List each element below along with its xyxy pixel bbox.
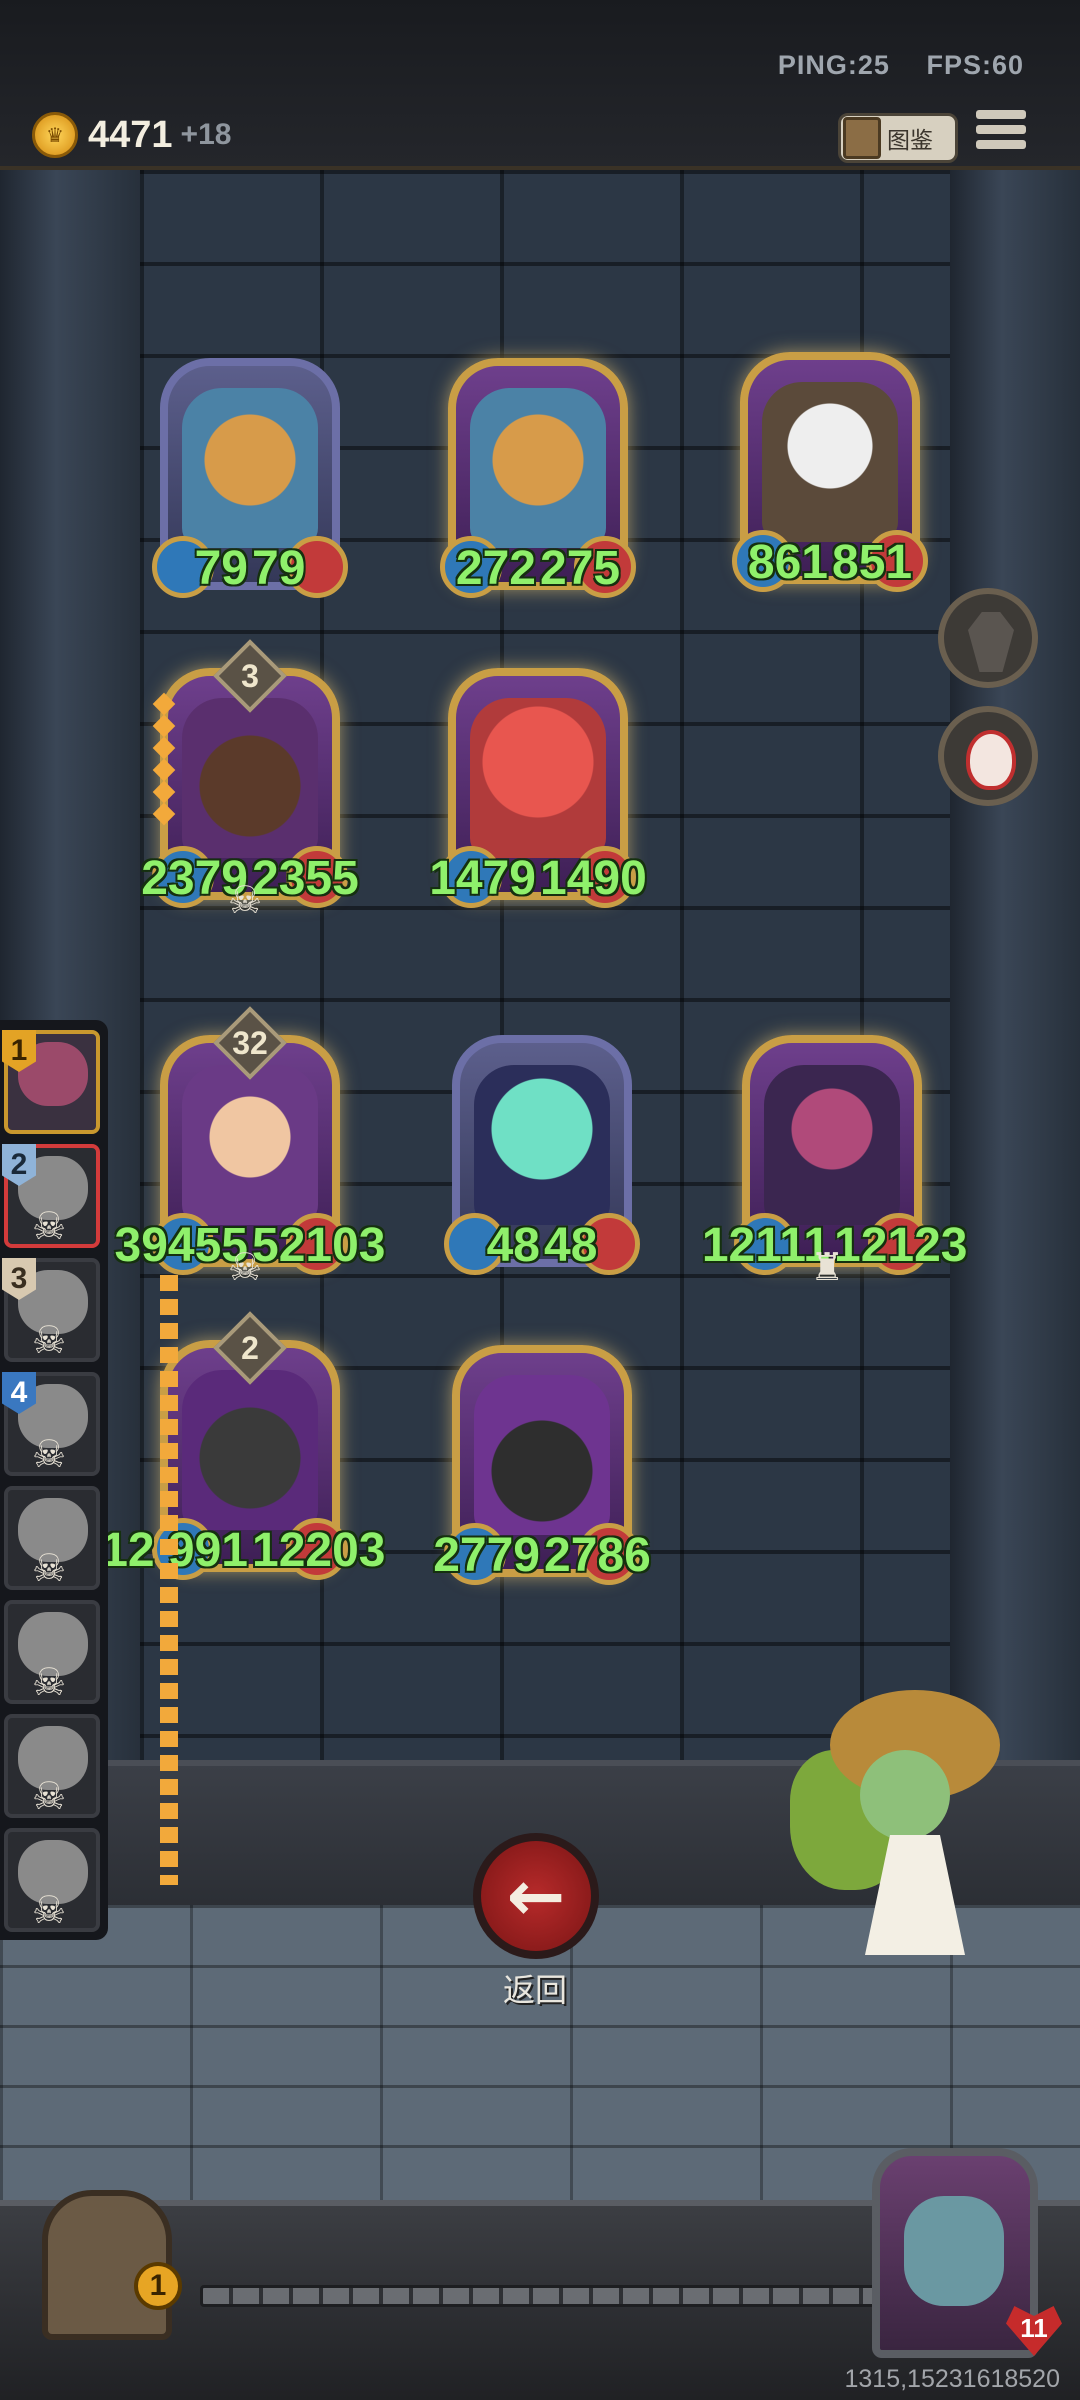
roster-slot-6[interactable]: ☠: [4, 1600, 100, 1704]
attack-value: 861: [747, 536, 828, 589]
codex-button[interactable]: 图鉴: [838, 113, 958, 163]
level-value: 32: [232, 1025, 268, 1061]
boar-card[interactable]: 3 2379 2355 ☠: [141, 639, 359, 922]
coffin-icon: [968, 612, 1014, 672]
upgrade-pips: [152, 692, 176, 828]
coffin-button[interactable]: [938, 588, 1038, 688]
chest-creature-portrait: [474, 1375, 610, 1535]
npc-head: [860, 1750, 950, 1840]
health-value: 1490: [540, 852, 647, 905]
roster-slot-5[interactable]: ☠: [4, 1486, 100, 1590]
chain-rail: [200, 2285, 880, 2307]
mask-button[interactable]: [938, 706, 1038, 806]
boar-portrait: [182, 698, 318, 858]
health-value: 12203: [252, 1524, 386, 1577]
octopus-card[interactable]: 1479 1490: [429, 668, 647, 908]
book-icon: [843, 117, 881, 159]
raccoon-portrait: [470, 388, 606, 548]
crown-marker-icon: ♜: [810, 1245, 845, 1289]
skull-icon: ☠: [32, 1660, 67, 1704]
hero-face: [904, 2196, 1004, 2306]
skull-icon: ☠: [32, 1204, 67, 1248]
health-value: 2355: [252, 852, 359, 905]
roster-slot-3[interactable]: ☠ 3: [2, 1258, 100, 1362]
arrow-left-icon: ←: [506, 1855, 566, 1937]
skull-icon: ☠: [32, 1888, 67, 1932]
octopus-portrait: [470, 698, 606, 858]
attack-value: 79: [194, 542, 248, 595]
skull-icon: ☠: [228, 878, 263, 922]
health-value: 275: [540, 542, 621, 595]
knight-portrait: [182, 1370, 318, 1530]
chest-count-badge: 1: [134, 2262, 182, 2310]
back-button[interactable]: ←: [473, 1833, 599, 1959]
health-value: 48: [544, 1219, 598, 1272]
roster-slot-7[interactable]: ☠: [4, 1714, 100, 1818]
attack-value: 1479: [429, 852, 536, 905]
old-scientist-card[interactable]: 32 39455 52103 ☠: [115, 1006, 385, 1289]
roster-slot-2[interactable]: ☠ 2: [2, 1144, 100, 1248]
knight-card[interactable]: 2 12 991 12203: [101, 1311, 385, 1580]
masked-rabbit-card[interactable]: 861 851: [732, 352, 928, 592]
upgrade-chain: [160, 1275, 178, 1885]
attack-value: 272: [455, 542, 536, 595]
masked-rabbit-portrait: [762, 382, 898, 542]
gold-counter: ♛ 4471 +18: [32, 112, 231, 158]
roster-slot-1[interactable]: 1: [2, 1030, 100, 1134]
raccoon-portrait: [182, 388, 318, 548]
pirate-card[interactable]: 12111 12123 ♜: [702, 1035, 967, 1289]
demon-mask-icon: [966, 730, 1016, 790]
level-value: 3: [241, 658, 259, 694]
gold-coin-icon: ♛: [32, 112, 78, 158]
roster-slot-4[interactable]: ☠ 4: [2, 1372, 100, 1476]
attack-value: 48: [486, 1219, 540, 1272]
raccoon-card-2[interactable]: 272 275: [440, 358, 636, 598]
menu-icon-bar: [976, 140, 1026, 149]
chest-creature-card[interactable]: 2779 2786: [433, 1345, 651, 1585]
codex-label: 图鉴: [887, 128, 933, 154]
ghost-card[interactable]: 48 48: [444, 1035, 640, 1275]
health-value: 79: [252, 542, 306, 595]
menu-icon-bar: [976, 125, 1026, 134]
pirate-portrait: [764, 1065, 900, 1225]
skull-icon: ☠: [32, 1318, 67, 1362]
hero-portrait[interactable]: 11: [872, 2148, 1062, 2358]
treasure-chest-button[interactable]: 1: [12, 2150, 212, 2350]
player-id: 1315,15231618520: [844, 2365, 1060, 2393]
gold-amount: 4471: [88, 113, 173, 156]
menu-icon-bar: [976, 110, 1026, 119]
health-value: 12123: [834, 1219, 968, 1272]
right-pillar: [950, 170, 1080, 1770]
skull-icon: ☠: [32, 1774, 67, 1818]
ghost-portrait: [474, 1065, 610, 1225]
network-status: PING:25 FPS:60: [750, 50, 1024, 81]
old-scientist-portrait: [182, 1065, 318, 1225]
player-roster: 1 ☠ 2 ☠ 3 ☠ 4 ☠ ☠ ☠ ☠: [0, 1020, 108, 1940]
shopkeeper-character[interactable]: [790, 1690, 1010, 1980]
attack-value: 2779: [433, 1529, 540, 1582]
roster-slot-8[interactable]: ☠: [4, 1828, 100, 1932]
fps-readout: FPS:60: [926, 50, 1024, 80]
skull-icon: ☠: [228, 1245, 263, 1289]
ping-readout: PING:25: [777, 50, 890, 80]
raccoon-card-1[interactable]: 79 79: [152, 358, 348, 598]
gold-income: +18: [180, 118, 232, 151]
skull-icon: ☠: [32, 1432, 67, 1476]
health-value: 851: [832, 536, 913, 589]
menu-button[interactable]: [976, 110, 1026, 160]
health-value: 2786: [544, 1529, 651, 1582]
health-value: 52103: [252, 1219, 386, 1272]
back-label: 返回: [502, 1971, 567, 2009]
level-value: 2: [241, 1330, 259, 1366]
skull-icon: ☠: [32, 1546, 67, 1590]
